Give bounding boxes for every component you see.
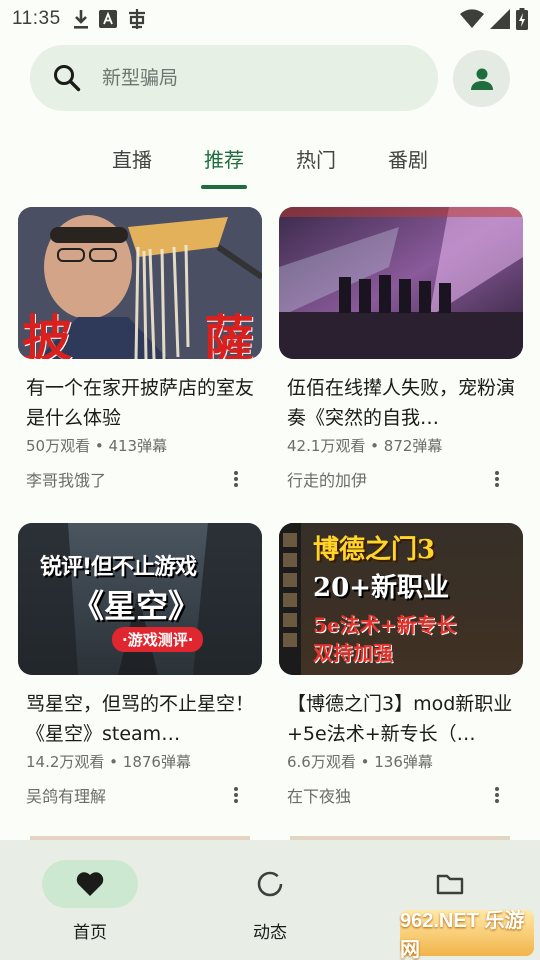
more-vert-icon[interactable] [224,783,248,807]
download-icon [73,10,88,29]
battery-icon [516,8,528,30]
video-thumbnail[interactable]: 披 薩 [18,207,262,359]
nav-home-indicator [42,860,138,908]
concert-thumbnail-illustration [279,207,523,359]
video-stats: 6.6万观看 • 136弹幕 [287,753,433,771]
status-notification-icons [71,7,149,31]
video-thumbnail[interactable]: 锐评!但不止游戏 《星空》 ·游戏测评· [18,523,262,675]
site-watermark-logo: 962.NET 乐游网 [400,910,534,960]
video-author[interactable]: 吴鸽有理解 [26,783,106,807]
category-tabs: 直播 推荐 热门 番剧 [86,128,454,192]
video-author[interactable]: 在下夜独 [287,783,351,807]
profile-avatar-button[interactable] [453,50,510,107]
video-card[interactable]: 伍佰在线撵人失败，宠粉演奏《突然的自我… 42.1万观看 • 872弹幕 行走的… [279,207,523,491]
nav-dynamics-label: 动态 [253,923,287,943]
video-card[interactable]: 披 薩 有一个在家开披萨店的室友是什么体验 50万观看 • 413弹幕 李哥我饿… [18,207,262,491]
search-input[interactable] [102,67,402,89]
heart-icon [76,872,104,896]
thumbnail-caption: 《星空》 [72,587,201,625]
app-glyph-icon [128,9,145,29]
loading-circle-icon [257,871,283,897]
status-time: 11:35 [12,8,61,29]
video-title[interactable]: 骂星空，但骂的不止星空！《星空》steam… [18,689,262,749]
thumbnail-caption: 20+新职业 [313,573,449,603]
thumbnail-caption: 5e法术+新专长 [313,613,457,637]
nav-library-indicator [402,860,498,908]
video-stats: 50万观看 • 413弹幕 [26,437,168,455]
status-system-icons [460,8,528,30]
signal-icon [490,9,510,29]
tab-recommended[interactable]: 推荐 [178,128,270,188]
video-title[interactable]: 【博德之门3】mod新职业+5e法术+新专长（… [279,689,523,749]
status-bar: 11:35 [0,0,540,38]
video-card[interactable]: 博德之门3 20+新职业 5e法术+新专长 双持加强 【博德之门3】mod新职业… [279,523,523,807]
thumbnail-caption: 披 [22,309,72,359]
person-icon [470,68,493,90]
font-a-icon [98,10,117,28]
video-stats: 42.1万观看 • 872弹幕 [287,437,443,455]
video-thumbnail[interactable] [279,207,523,359]
thumbnail-caption: 博德之门3 [313,535,436,565]
thumbnail-caption: 锐评!但不止游戏 [40,555,197,580]
video-title[interactable]: 有一个在家开披萨店的室友是什么体验 [18,373,262,433]
video-author[interactable]: 行走的加伊 [287,467,367,491]
nav-home[interactable]: 首页 [0,840,180,960]
thumbnail-badge: ·游戏测评· [112,627,204,652]
folder-icon [436,874,464,895]
nav-dynamics-indicator [222,860,318,908]
video-title[interactable]: 伍佰在线撵人失败，宠粉演奏《突然的自我… [279,373,523,433]
nav-dynamics[interactable]: 动态 [180,840,360,960]
tab-bangumi[interactable]: 番剧 [362,128,454,188]
video-card[interactable]: 锐评!但不止游戏 《星空》 ·游戏测评· 骂星空，但骂的不止星空！《星空》ste… [18,523,262,807]
thumbnail-caption: 薩 [204,309,254,359]
search-bar[interactable] [30,45,438,111]
more-vert-icon[interactable] [224,467,248,491]
nav-home-label: 首页 [73,923,107,943]
thumbnail-caption: 双持加强 [313,641,393,665]
wifi-icon [460,9,484,28]
tab-live[interactable]: 直播 [86,128,178,188]
more-vert-icon[interactable] [485,783,509,807]
video-thumbnail[interactable]: 博德之门3 20+新职业 5e法术+新专长 双持加强 [279,523,523,675]
tab-popular[interactable]: 热门 [270,128,362,188]
video-author[interactable]: 李哥我饿了 [26,467,106,491]
video-stats: 14.2万观看 • 1876弹幕 [26,753,191,771]
more-vert-icon[interactable] [485,467,509,491]
search-icon[interactable] [52,63,82,93]
watermark-text: 962.NET 乐游网 [400,910,525,960]
